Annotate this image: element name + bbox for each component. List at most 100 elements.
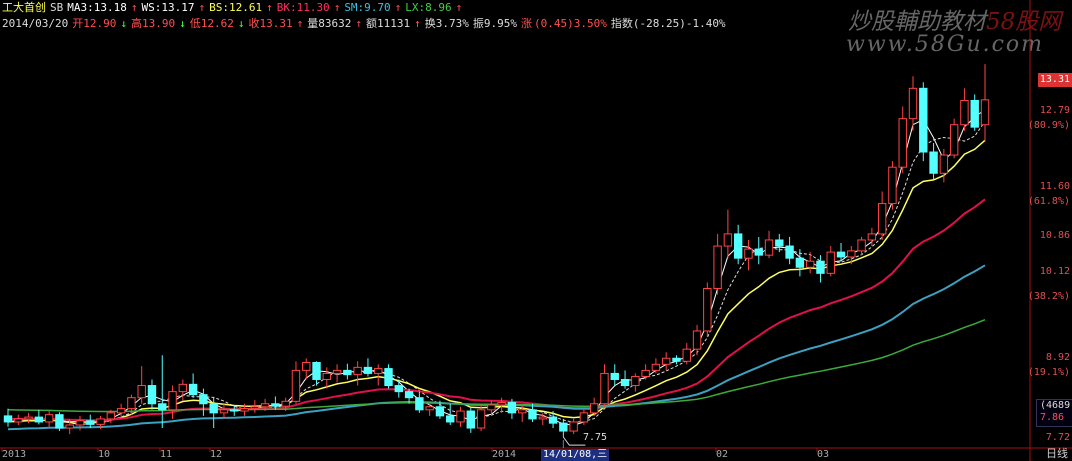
candle (600, 372, 609, 405)
date-axis-label: 2014 (492, 449, 517, 460)
candle (394, 385, 404, 393)
candle (744, 248, 753, 259)
candle (466, 410, 475, 429)
candle (980, 99, 990, 126)
candle (960, 99, 969, 126)
candle (14, 418, 23, 423)
candle (456, 410, 465, 423)
candle (939, 154, 949, 174)
candle (857, 239, 866, 252)
price-axis-label: 12.79 (1039, 105, 1070, 116)
candle (44, 414, 54, 423)
candle (764, 239, 774, 256)
candle (497, 402, 506, 406)
candle (199, 394, 208, 405)
candle (877, 203, 887, 235)
candle (805, 260, 815, 268)
candle (158, 403, 167, 411)
candle (302, 362, 311, 371)
date-axis-label: 12 (210, 449, 223, 460)
candle (404, 391, 414, 399)
candle (528, 409, 537, 420)
candle (353, 366, 362, 376)
candle (795, 257, 805, 268)
candle (24, 416, 33, 420)
candle (425, 406, 434, 411)
low-price-marker: 7.75 (583, 432, 608, 443)
price-axis-label: 7.72 (1045, 432, 1070, 443)
price-axis-label: (80.9%) (1027, 120, 1070, 131)
candle (507, 402, 517, 414)
price-axis-label: (38.2%) (1027, 291, 1070, 302)
candle (86, 420, 95, 425)
candle (209, 403, 218, 414)
candle (692, 330, 702, 350)
date-axis-label: 03 (817, 449, 830, 460)
candle (291, 369, 301, 402)
candle (3, 415, 13, 423)
candlestick-chart[interactable] (0, 0, 1072, 461)
candle (106, 412, 116, 420)
candle (55, 414, 64, 429)
ws-line (7, 121, 986, 424)
candle (178, 383, 188, 393)
candle (867, 233, 877, 241)
candle (929, 151, 938, 174)
candle (487, 404, 496, 411)
price-axis-label: (61.8%) (1027, 196, 1070, 207)
price-axis-label: (19.1%) (1027, 367, 1070, 378)
candle (826, 251, 835, 274)
candle (919, 87, 928, 153)
candle (733, 233, 743, 259)
candle (260, 403, 270, 408)
bs-line (7, 139, 986, 423)
candle (518, 409, 527, 414)
candle (240, 408, 249, 412)
candle (34, 416, 44, 423)
candle (816, 260, 825, 274)
candle (446, 415, 455, 423)
candle (888, 166, 897, 205)
candle (137, 385, 146, 399)
candle (559, 422, 568, 432)
date-axis-label: 10 (98, 449, 111, 460)
price-axis-label: 8.92 (1045, 352, 1070, 363)
candle (116, 408, 126, 414)
candle (127, 397, 136, 410)
candle (754, 248, 763, 256)
volume-readout-value: (4689) (1040, 400, 1072, 411)
candle (332, 369, 342, 374)
candle (75, 420, 85, 426)
candle (723, 233, 733, 247)
candle (785, 245, 794, 259)
period-selector[interactable]: 日线 (1046, 445, 1068, 461)
candle (219, 409, 229, 414)
candle (589, 403, 599, 414)
candle (281, 400, 290, 407)
candle (476, 409, 486, 429)
candle (898, 118, 907, 168)
candle (188, 383, 198, 396)
date-axis-label: 11 (160, 449, 173, 460)
candle (847, 250, 856, 258)
candle (65, 424, 74, 429)
candle (908, 87, 918, 120)
candle (374, 368, 383, 374)
candle (230, 409, 239, 412)
candle (620, 378, 630, 387)
candle (682, 348, 691, 362)
candle (672, 357, 681, 362)
candle (970, 99, 979, 128)
candle (569, 421, 578, 432)
candle (168, 391, 177, 411)
candle (631, 375, 640, 387)
candle (703, 288, 712, 332)
candle (147, 385, 157, 405)
candle (415, 397, 424, 411)
candle (384, 368, 393, 387)
date-axis-label: 02 (716, 449, 729, 460)
price-axis-label: 10.12 (1039, 266, 1070, 277)
candle (836, 251, 846, 258)
candle (651, 363, 661, 371)
volume-readout-price: 7.86 (1040, 412, 1065, 423)
